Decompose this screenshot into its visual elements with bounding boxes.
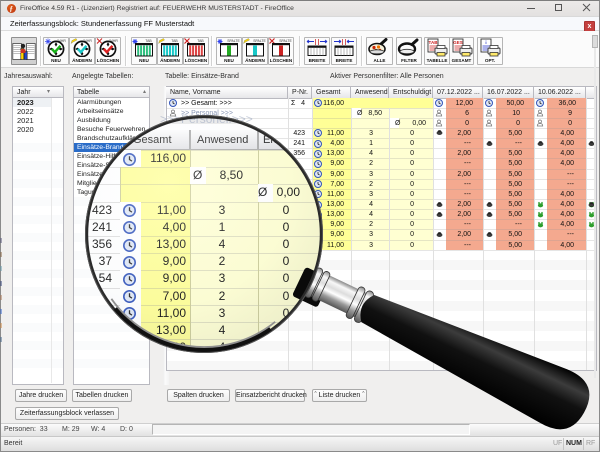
- svg-text:GES: GES: [453, 40, 463, 45]
- svg-text:TAB: TAB: [197, 39, 204, 43]
- svg-text:SPALTE: SPALTE: [253, 39, 266, 43]
- svg-text:TAB: TAB: [429, 40, 439, 45]
- svg-text:SPALTE: SPALTE: [227, 39, 240, 43]
- svg-text:SPALTE: SPALTE: [279, 39, 292, 43]
- svg-text:TAB: TAB: [145, 39, 152, 43]
- svg-text:i: i: [485, 40, 486, 45]
- svg-text:TAB: TAB: [171, 39, 178, 43]
